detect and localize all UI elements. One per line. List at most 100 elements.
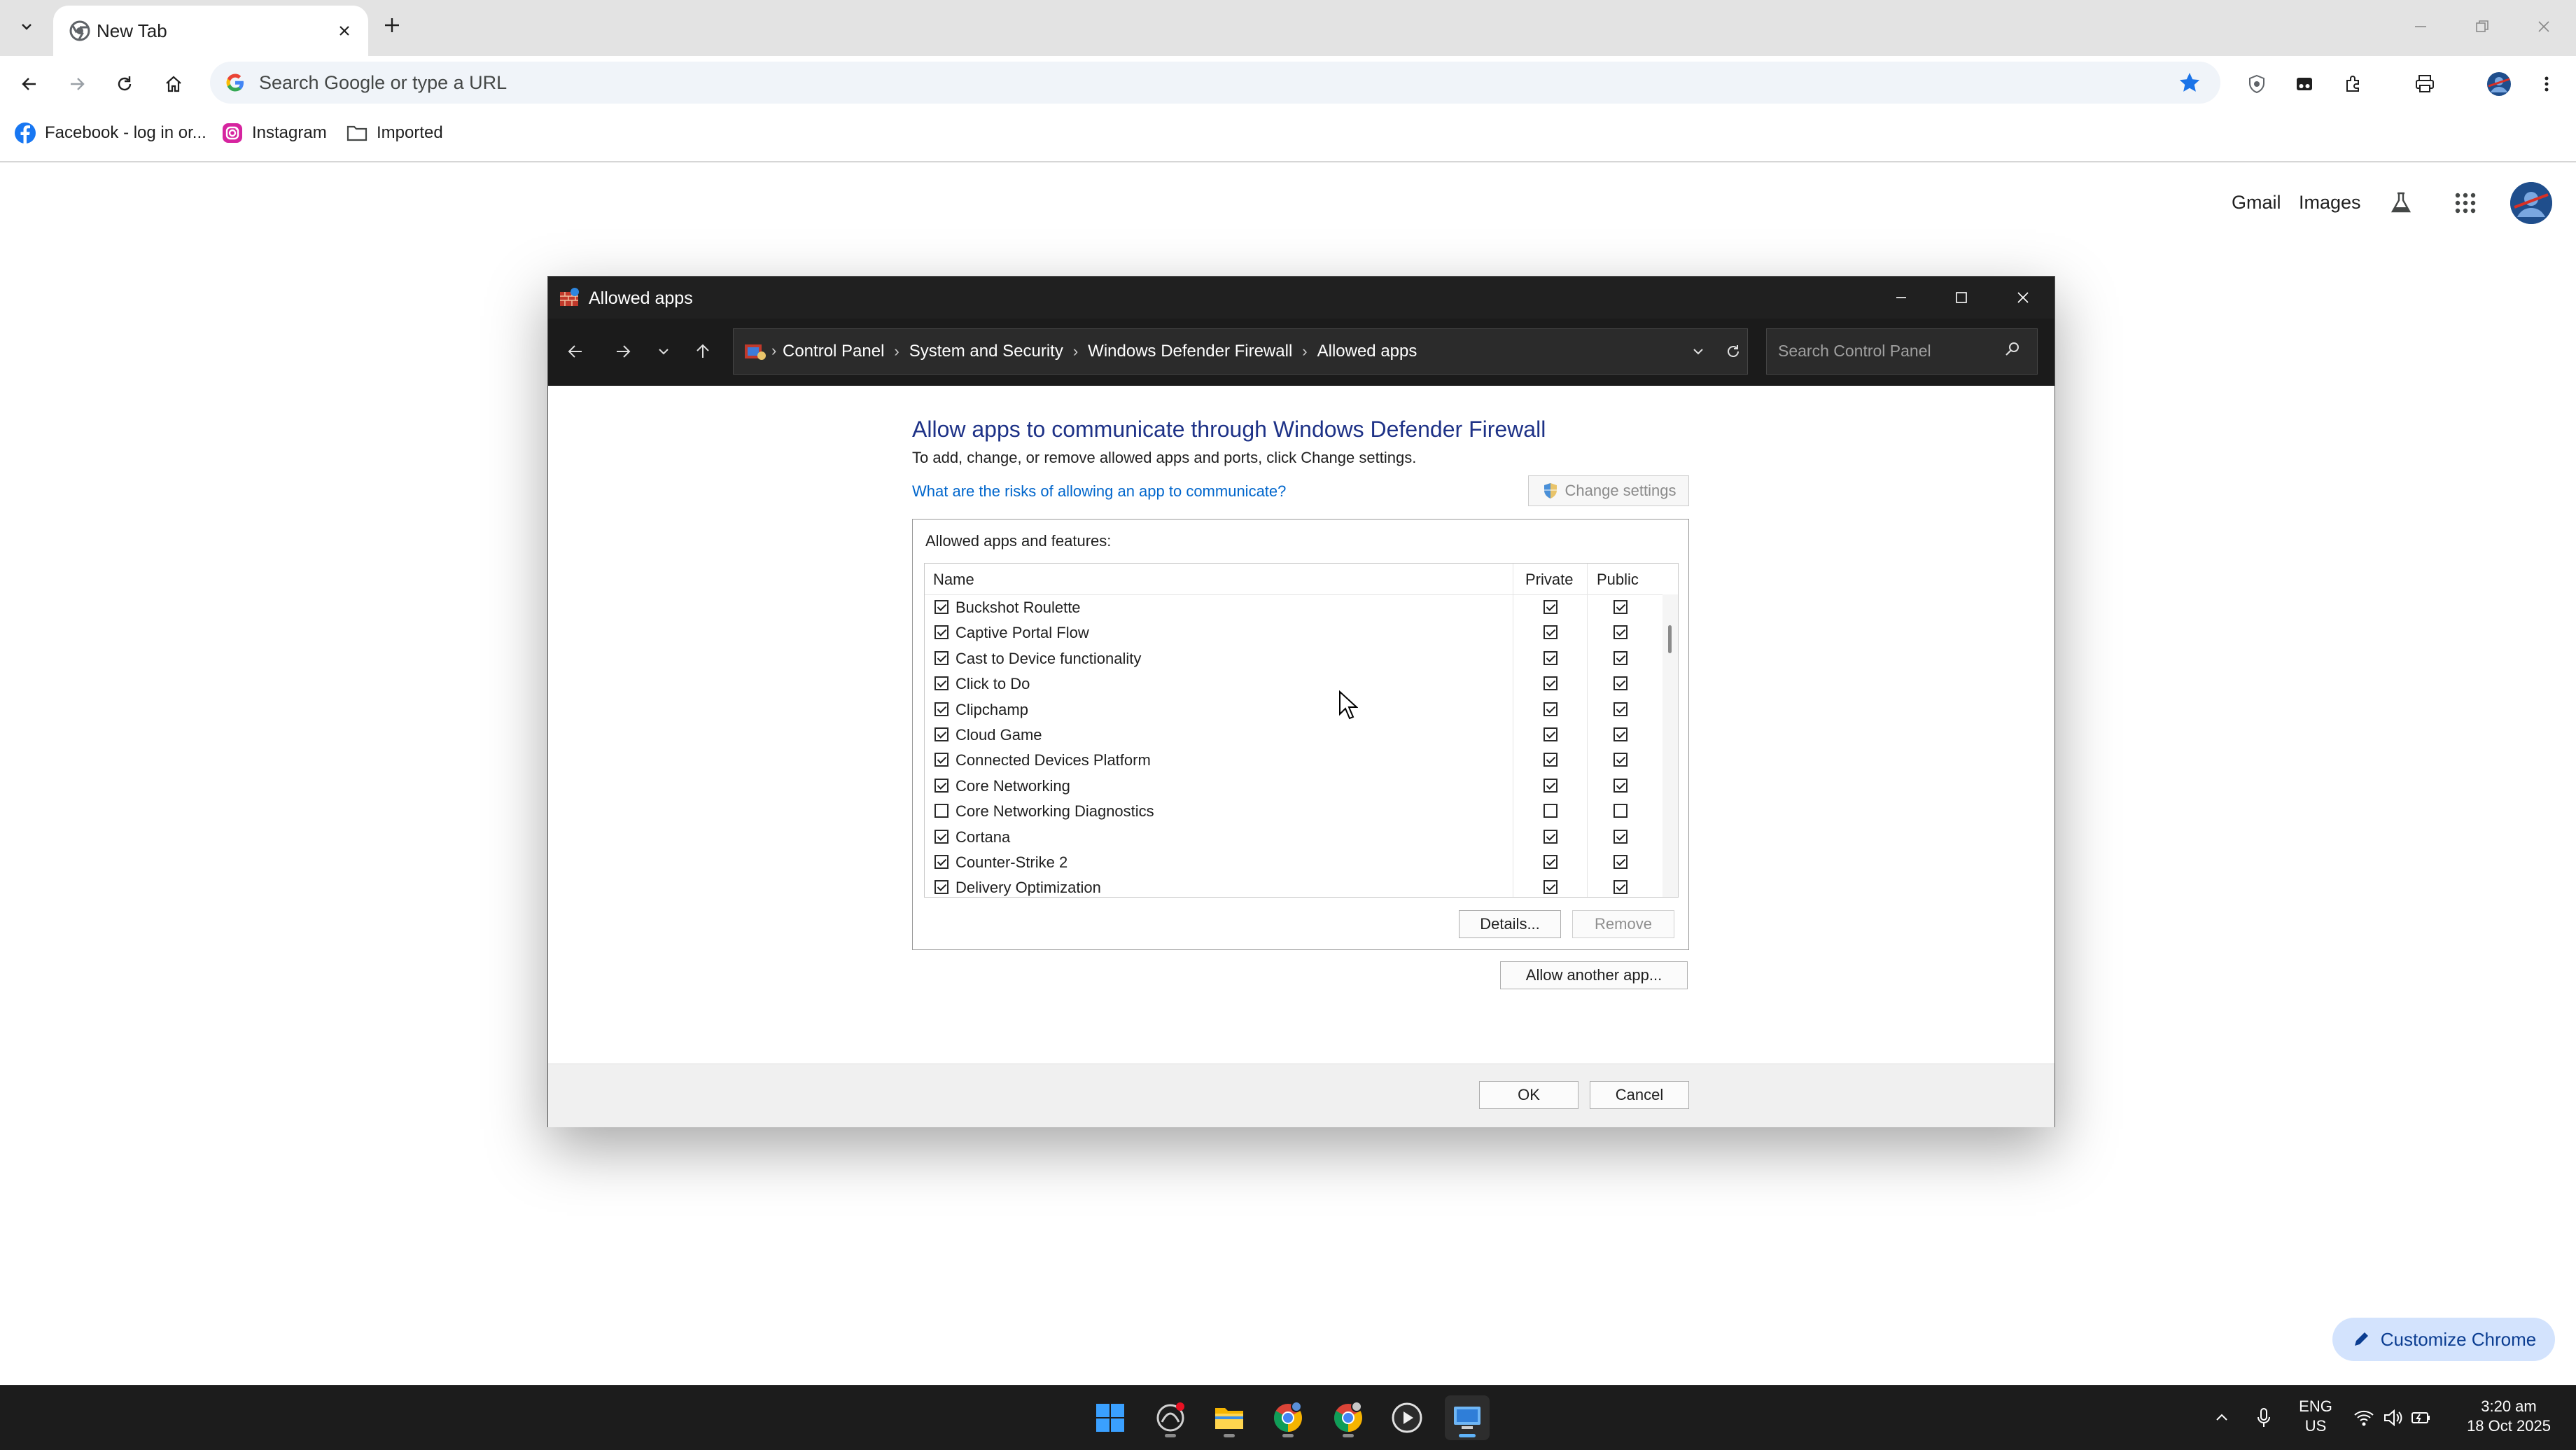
- public-checkbox[interactable]: [1614, 727, 1628, 741]
- ok-button[interactable]: OK: [1479, 1081, 1578, 1109]
- column-header-name[interactable]: Name: [933, 571, 974, 589]
- remove-button[interactable]: Remove: [1572, 910, 1674, 938]
- public-checkbox[interactable]: [1614, 880, 1628, 895]
- app-enabled-checkbox[interactable]: [934, 829, 948, 844]
- taskbar-app-1[interactable]: [1148, 1395, 1193, 1440]
- app-enabled-checkbox[interactable]: [934, 854, 948, 869]
- list-item[interactable]: Buckshot Roulette: [925, 594, 1653, 620]
- column-header-public[interactable]: Public: [1597, 571, 1639, 589]
- recent-locations-button[interactable]: [648, 335, 680, 368]
- taskbar-chrome[interactable]: [1266, 1395, 1310, 1440]
- search-icon[interactable]: [2003, 340, 2026, 363]
- explorer-forward-button[interactable]: [607, 335, 639, 368]
- breadcrumb-system-security[interactable]: System and Security: [909, 342, 1063, 361]
- language-indicator[interactable]: ENG US: [2296, 1397, 2335, 1436]
- app-enabled-checkbox[interactable]: [934, 600, 948, 614]
- list-item[interactable]: Click to Do: [925, 671, 1653, 696]
- window-close-button[interactable]: [1998, 281, 2047, 314]
- private-checkbox[interactable]: [1544, 600, 1558, 614]
- public-checkbox[interactable]: [1614, 676, 1628, 691]
- taskbar-control-panel[interactable]: [1445, 1395, 1490, 1440]
- images-link[interactable]: Images: [2299, 192, 2361, 214]
- back-button[interactable]: [14, 69, 45, 99]
- private-checkbox[interactable]: [1544, 854, 1558, 869]
- tab-new-tab[interactable]: New Tab: [53, 6, 368, 56]
- home-button[interactable]: [158, 69, 189, 99]
- address-history-button[interactable]: [1686, 339, 1711, 364]
- window-maximize-button[interactable]: [1937, 281, 1986, 314]
- column-header-private[interactable]: Private: [1525, 571, 1573, 589]
- private-checkbox[interactable]: [1544, 650, 1558, 665]
- list-item[interactable]: Core Networking Diagnostics: [925, 798, 1653, 823]
- print-button[interactable]: [2409, 69, 2440, 99]
- private-checkbox[interactable]: [1544, 625, 1558, 640]
- public-checkbox[interactable]: [1614, 702, 1628, 716]
- customize-chrome-button[interactable]: Customize Chrome: [2332, 1318, 2555, 1361]
- shield-extension-button[interactable]: [2241, 69, 2272, 99]
- app-enabled-checkbox[interactable]: [934, 650, 948, 665]
- show-hidden-icons-button[interactable]: [2209, 1401, 2234, 1435]
- bookmark-imported-folder[interactable]: Imported: [346, 120, 443, 146]
- up-level-button[interactable]: [687, 335, 719, 368]
- explorer-back-button[interactable]: [559, 335, 592, 368]
- breadcrumb-allowed-apps[interactable]: Allowed apps: [1317, 342, 1418, 361]
- allow-another-app-button[interactable]: Allow another app...: [1500, 961, 1688, 989]
- app-enabled-checkbox[interactable]: [934, 804, 948, 818]
- private-checkbox[interactable]: [1544, 829, 1558, 844]
- private-checkbox[interactable]: [1544, 804, 1558, 818]
- public-checkbox[interactable]: [1614, 804, 1628, 818]
- list-item[interactable]: Counter-Strike 2: [925, 849, 1653, 874]
- app-enabled-checkbox[interactable]: [934, 880, 948, 895]
- window-title-bar[interactable]: Allowed apps: [548, 277, 2054, 319]
- bookmark-instagram[interactable]: Instagram: [221, 120, 327, 146]
- google-account-avatar[interactable]: [2510, 182, 2552, 224]
- quick-settings-button[interactable]: [2351, 1401, 2435, 1435]
- public-checkbox[interactable]: [1614, 650, 1628, 665]
- list-item[interactable]: Delivery Optimization: [925, 874, 1653, 897]
- reload-button[interactable]: [109, 69, 140, 99]
- bookmark-facebook[interactable]: Facebook - log in or...: [14, 120, 206, 146]
- app-enabled-checkbox[interactable]: [934, 727, 948, 741]
- public-checkbox[interactable]: [1614, 829, 1628, 844]
- breadcrumb-control-panel[interactable]: Control Panel: [783, 342, 884, 361]
- extensions-button[interactable]: [2338, 69, 2369, 99]
- app-enabled-checkbox[interactable]: [934, 625, 948, 640]
- private-checkbox[interactable]: [1544, 880, 1558, 895]
- refresh-button[interactable]: [1719, 337, 1747, 365]
- window-minimize-button[interactable]: [1877, 281, 1926, 314]
- microphone-button[interactable]: [2250, 1401, 2278, 1435]
- private-checkbox[interactable]: [1544, 676, 1558, 691]
- public-checkbox[interactable]: [1614, 854, 1628, 869]
- public-checkbox[interactable]: [1614, 778, 1628, 793]
- taskbar-media-player[interactable]: [1385, 1395, 1429, 1440]
- list-item[interactable]: Clipchamp: [925, 697, 1653, 722]
- incognito-extension-button[interactable]: [2289, 69, 2320, 99]
- profile-button[interactable]: [2484, 69, 2514, 99]
- close-window-button[interactable]: [2523, 10, 2565, 43]
- allowed-apps-list[interactable]: Name Private Public Buckshot Roulette Cap…: [924, 563, 1679, 898]
- restore-button[interactable]: [2461, 10, 2503, 43]
- forward-button[interactable]: [62, 69, 92, 99]
- control-panel-search-input[interactable]: Search Control Panel: [1766, 328, 2038, 375]
- list-item[interactable]: Cast to Device functionality: [925, 646, 1653, 671]
- public-checkbox[interactable]: [1614, 625, 1628, 640]
- list-item[interactable]: Core Networking: [925, 773, 1653, 798]
- minimize-button[interactable]: [2400, 10, 2442, 43]
- google-apps-button[interactable]: [2450, 188, 2481, 218]
- private-checkbox[interactable]: [1544, 702, 1558, 716]
- tab-close-button[interactable]: [332, 18, 357, 43]
- bookmark-star-button[interactable]: [2177, 70, 2202, 95]
- labs-button[interactable]: [2386, 188, 2416, 218]
- new-tab-button[interactable]: [378, 11, 406, 39]
- risks-help-link[interactable]: What are the risks of allowing an app to…: [912, 482, 1286, 501]
- public-checkbox[interactable]: [1614, 753, 1628, 767]
- chrome-menu-button[interactable]: [2531, 69, 2562, 99]
- omnibox[interactable]: Search Google or type a URL: [210, 62, 2220, 104]
- list-item[interactable]: Captive Portal Flow: [925, 620, 1653, 645]
- details-button[interactable]: Details...: [1459, 910, 1561, 938]
- address-bar[interactable]: › Control Panel › System and Security › …: [733, 328, 1748, 375]
- app-enabled-checkbox[interactable]: [934, 702, 948, 716]
- tab-search-button[interactable]: [7, 8, 46, 45]
- taskbar-chrome-profile[interactable]: [1326, 1395, 1371, 1440]
- list-item[interactable]: Cortana: [925, 824, 1653, 849]
